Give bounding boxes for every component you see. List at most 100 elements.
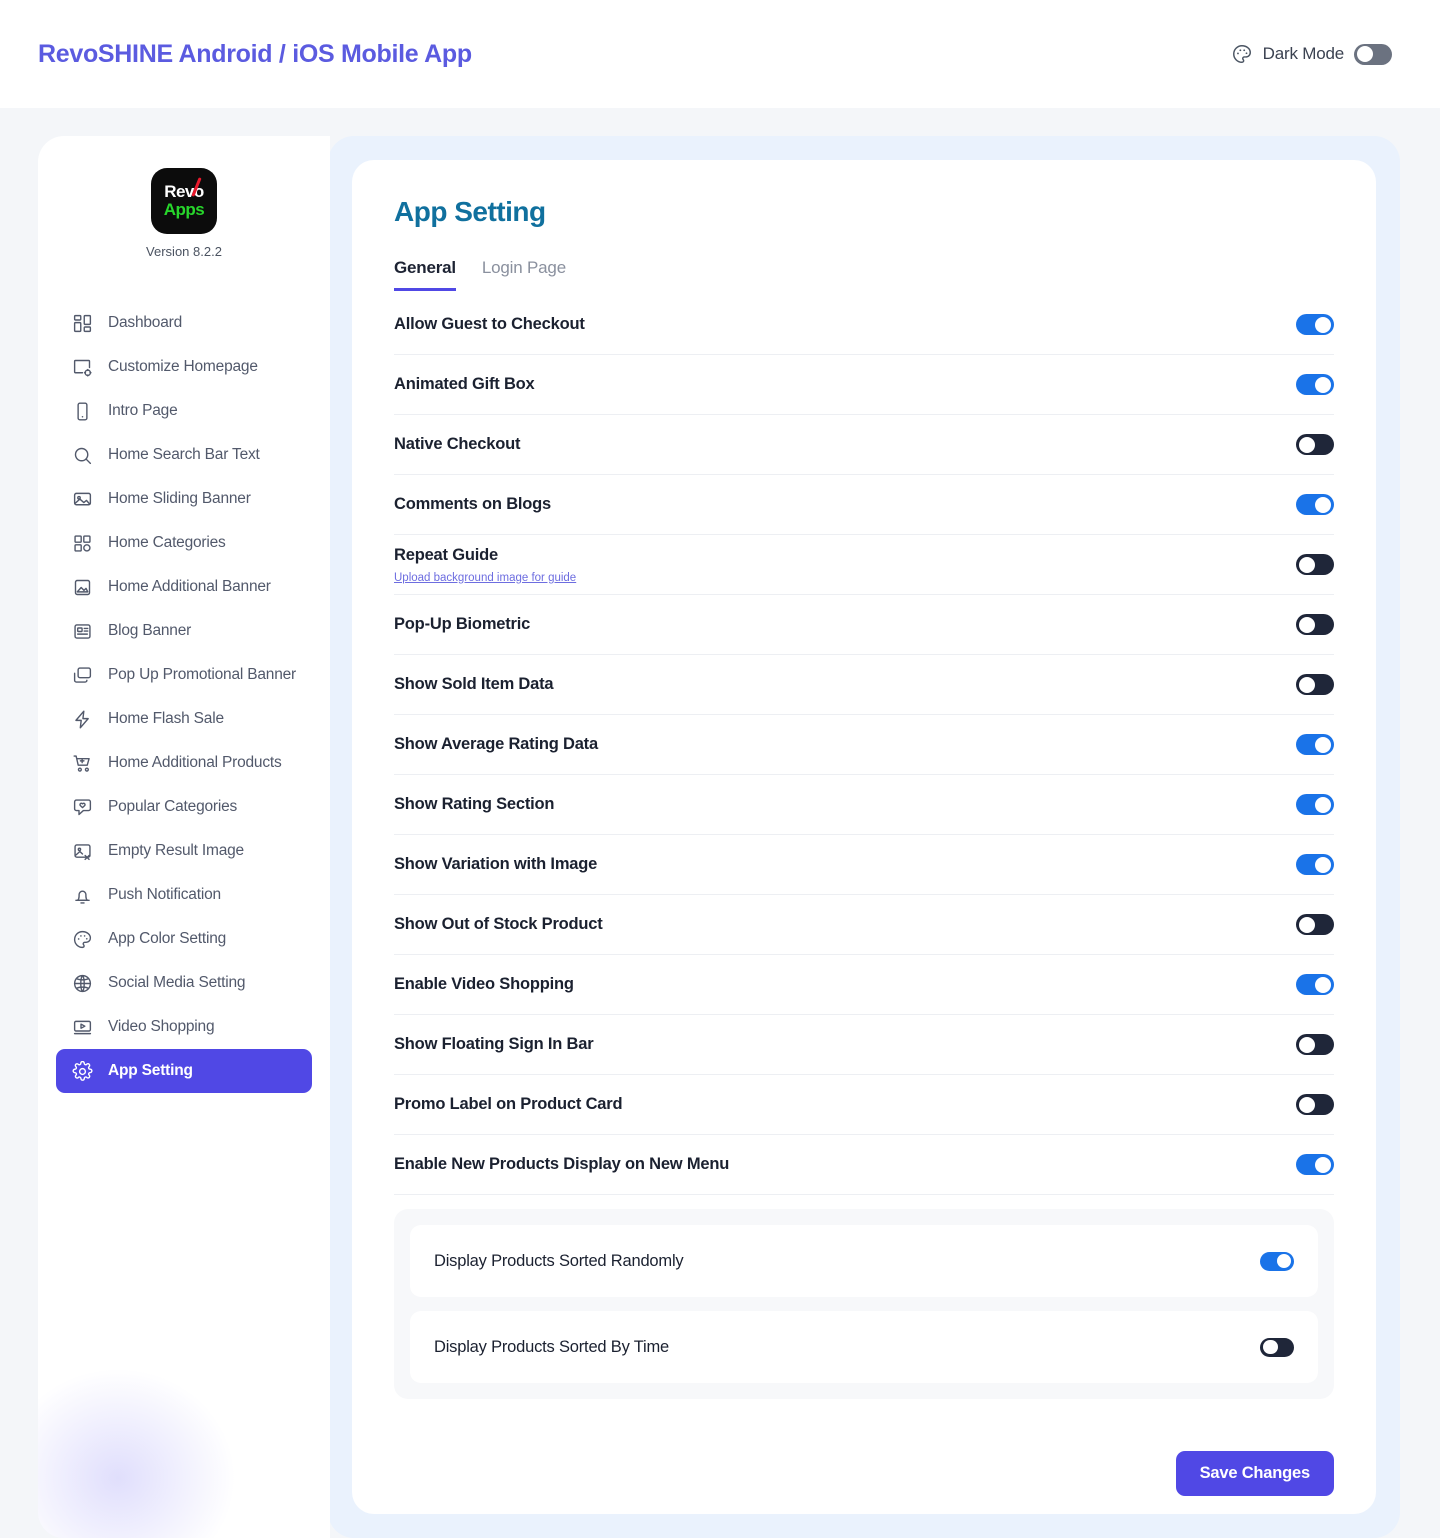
setting-row: Pop-Up Biometric: [394, 595, 1334, 655]
popup-icon: [72, 665, 93, 686]
setting-row: Native Checkout: [394, 415, 1334, 475]
app-shell: Revo Apps Version 8.2.2 Dashboard Customi…: [0, 108, 1440, 1538]
sidebar-item-blog-banner[interactable]: Blog Banner: [56, 609, 312, 653]
sidebar-item-home-additional-products[interactable]: Home Additional Products: [56, 741, 312, 785]
setting-row: Repeat Guide Upload background image for …: [394, 535, 1334, 595]
setting-toggle[interactable]: [1296, 374, 1334, 395]
setting-text: Native Checkout: [394, 435, 520, 454]
sidebar-item-empty-result-image[interactable]: Empty Result Image: [56, 829, 312, 873]
tab-login-page[interactable]: Login Page: [482, 258, 566, 291]
sidebar-item-home-sliding-banner[interactable]: Home Sliding Banner: [56, 477, 312, 521]
setting-row: Show Sold Item Data: [394, 655, 1334, 715]
setting-label: Enable Video Shopping: [394, 975, 574, 993]
setting-label: Show Out of Stock Product: [394, 915, 603, 933]
setting-label: Animated Gift Box: [394, 375, 535, 393]
setting-toggle[interactable]: [1296, 434, 1334, 455]
sidebar-item-home-categories[interactable]: Home Categories: [56, 521, 312, 565]
setting-row: Enable New Products Display on New Menu: [394, 1135, 1334, 1195]
setting-toggle[interactable]: [1296, 554, 1334, 575]
sidebar-item-home-search-bar-text[interactable]: Home Search Bar Text: [56, 433, 312, 477]
setting-toggle[interactable]: [1296, 1034, 1334, 1055]
tab-bar: General Login Page: [394, 258, 1334, 291]
sidebar-item-app-setting[interactable]: App Setting: [56, 1049, 312, 1093]
sidebar-item-pop-up-promotional-banner[interactable]: Pop Up Promotional Banner: [56, 653, 312, 697]
setting-row: Enable Video Shopping: [394, 955, 1334, 1015]
sidebar-item-popular-categories[interactable]: Popular Categories: [56, 785, 312, 829]
gear-icon: [72, 1060, 93, 1082]
sidebar-item-home-flash-sale[interactable]: Home Flash Sale: [56, 697, 312, 741]
sidebar-item-label: Home Search Bar Text: [108, 446, 260, 463]
customize-homepage-icon: [72, 357, 93, 378]
sub-setting-toggle[interactable]: [1260, 1337, 1294, 1357]
mobile-icon: [72, 401, 93, 422]
search-icon: [72, 445, 93, 466]
setting-label: Comments on Blogs: [394, 495, 552, 513]
dark-mode-control[interactable]: Dark Mode: [1231, 43, 1392, 65]
sidebar-item-label: Empty Result Image: [108, 842, 244, 859]
setting-toggle[interactable]: [1296, 494, 1334, 515]
setting-label: Promo Label on Product Card: [394, 1095, 623, 1113]
setting-toggle[interactable]: [1296, 1094, 1334, 1115]
sidebar-item-social-media-setting[interactable]: Social Media Setting: [56, 961, 312, 1005]
image-icon: [72, 577, 93, 598]
brand-title: RevoSHINE Android / iOS Mobile App: [38, 39, 472, 68]
setting-text: Show Sold Item Data: [394, 675, 554, 694]
sidebar-item-app-color-setting[interactable]: App Color Setting: [56, 917, 312, 961]
setting-row: Show Rating Section: [394, 775, 1334, 835]
setting-toggle[interactable]: [1296, 1154, 1334, 1175]
setting-label: Pop-Up Biometric: [394, 615, 531, 633]
sidebar-item-customize-homepage[interactable]: Customize Homepage: [56, 345, 312, 389]
sub-setting-toggle[interactable]: [1260, 1251, 1294, 1271]
setting-label: Repeat Guide: [394, 545, 498, 564]
setting-row: Show Out of Stock Product: [394, 895, 1334, 955]
setting-row: Comments on Blogs: [394, 475, 1334, 535]
image-stack-icon: [72, 489, 93, 510]
setting-label: Show Variation with Image: [394, 855, 598, 873]
setting-toggle[interactable]: [1296, 674, 1334, 695]
setting-toggle[interactable]: [1296, 734, 1334, 755]
sidebar-item-label: Dashboard: [108, 314, 183, 331]
setting-label: Show Floating Sign In Bar: [394, 1035, 594, 1053]
sidebar-item-push-notification[interactable]: Push Notification: [56, 873, 312, 917]
revoapps-logo: Revo Apps: [151, 168, 217, 234]
content-wrapper: App Setting General Login Page Allow Gues…: [328, 136, 1400, 1538]
board: Revo Apps Version 8.2.2 Dashboard Customi…: [38, 136, 1400, 1538]
save-changes-button[interactable]: Save Changes: [1175, 1451, 1334, 1496]
setting-label: Show Rating Section: [394, 795, 555, 813]
sidebar-item-label: Customize Homepage: [108, 358, 258, 375]
dark-mode-label: Dark Mode: [1262, 44, 1345, 63]
sidebar-item-home-additional-banner[interactable]: Home Additional Banner: [56, 565, 312, 609]
footer-actions: Save Changes: [394, 1417, 1334, 1496]
sidebar: Revo Apps Version 8.2.2 Dashboard Customi…: [38, 136, 330, 1538]
setting-row: Animated Gift Box: [394, 355, 1334, 415]
sidebar-item-dashboard[interactable]: Dashboard: [56, 301, 312, 345]
sidebar-item-label: Intro Page: [108, 402, 178, 419]
upload-background-image-link[interactable]: Upload background image for guide: [394, 572, 576, 584]
sidebar-item-video-shopping[interactable]: Video Shopping: [56, 1005, 312, 1049]
page-title: App Setting: [394, 196, 546, 227]
setting-row: Promo Label on Product Card: [394, 1075, 1334, 1135]
heart-chat-icon: [72, 797, 93, 818]
setting-toggle[interactable]: [1296, 614, 1334, 635]
setting-label: Enable New Products Display on New Menu: [394, 1155, 730, 1173]
dark-mode-toggle[interactable]: [1354, 43, 1392, 65]
setting-text: Show Rating Section: [394, 795, 554, 814]
tab-general[interactable]: General: [394, 258, 456, 291]
setting-row: Show Variation with Image: [394, 835, 1334, 895]
setting-text: Show Out of Stock Product: [394, 915, 603, 934]
setting-toggle[interactable]: [1296, 914, 1334, 935]
sidebar-item-label: Home Flash Sale: [108, 710, 224, 727]
setting-text: Promo Label on Product Card: [394, 1095, 623, 1114]
setting-toggle[interactable]: [1296, 854, 1334, 875]
setting-text: Enable Video Shopping: [394, 975, 574, 994]
setting-toggle[interactable]: [1296, 974, 1334, 995]
sidebar-item-intro-page[interactable]: Intro Page: [56, 389, 312, 433]
sidebar-item-label: Push Notification: [108, 886, 221, 903]
cart-plus-icon: [72, 753, 93, 774]
setting-toggle[interactable]: [1296, 314, 1334, 335]
nested-settings-group: Display Products Sorted Randomly Display …: [394, 1209, 1334, 1399]
sidebar-item-label: Home Categories: [108, 534, 226, 551]
setting-text: Repeat Guide Upload background image for …: [394, 546, 576, 584]
setting-toggle[interactable]: [1296, 794, 1334, 815]
sidebar-item-label: App Color Setting: [108, 930, 227, 947]
